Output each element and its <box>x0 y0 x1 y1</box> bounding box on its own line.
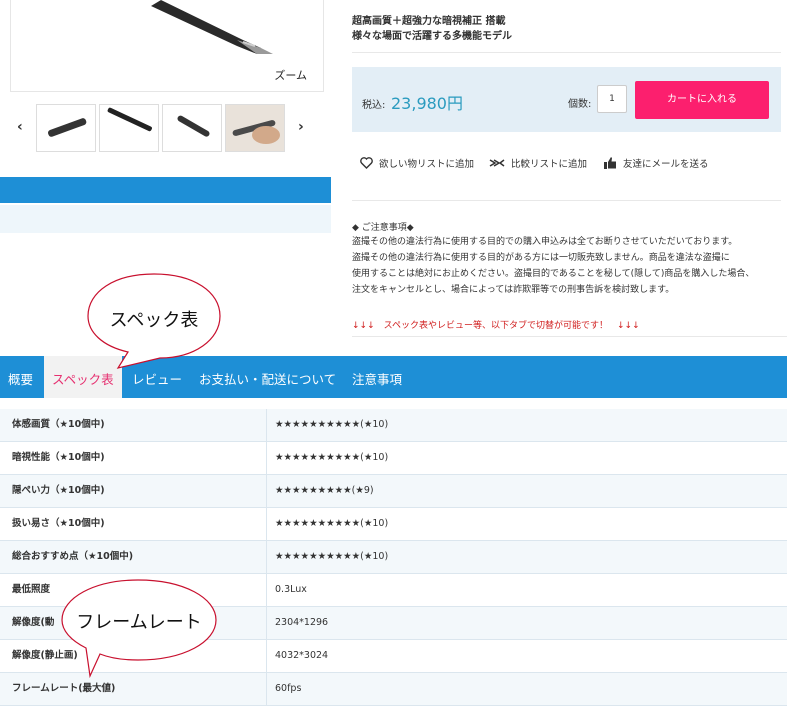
zoom-label[interactable]: ズーム <box>274 67 307 83</box>
table-row: 暗視性能（★10個中) ★★★★★★★★★★(★10) <box>0 442 787 475</box>
heart-icon <box>360 157 373 169</box>
price-label: 税込: <box>362 100 386 111</box>
thumb-prev-arrow-icon[interactable]: ‹ <box>17 119 23 135</box>
notice-line: 注文をキャンセルとし、場合によっては詐欺罪等での刑事告訴を検討致します。 <box>352 285 675 295</box>
compare-label: 比較リストに追加 <box>511 159 588 170</box>
thumbs-up-icon <box>604 157 616 169</box>
left-section-row <box>0 205 331 233</box>
divider <box>352 52 781 53</box>
notice-title: ◆ ご注意事項◆ <box>352 223 414 233</box>
spec-value: 0.3Lux <box>275 584 307 595</box>
subtitle-line-2: 様々な場面で活躍する多機能モデル <box>352 31 512 42</box>
spec-value: 4032*3024 <box>275 650 329 661</box>
spec-label: 解像度(動 <box>12 617 55 628</box>
spec-label: 暗視性能（★10個中) <box>12 452 105 463</box>
divider <box>352 336 787 337</box>
tab-overview[interactable]: 概要 <box>8 356 33 398</box>
quantity-input[interactable]: 1 <box>597 85 627 113</box>
framerate-callout-bubble: フレームレート <box>61 579 217 678</box>
spec-callout-bubble: スペック表 <box>87 273 221 369</box>
notice-line: 使用することは絶対にお止めください。盗撮目的であることを秘して(隠して)商品を購… <box>352 269 755 279</box>
add-to-cart-button[interactable]: カートに入れる <box>635 81 769 119</box>
table-row: 体感画質（★10個中) ★★★★★★★★★★(★10) <box>0 409 787 442</box>
email-friend-link[interactable]: 友達にメールを送る <box>604 156 709 170</box>
notice-line: 盗撮その他の違法行為に使用する目的がある方には一切販売致しません。商品を違法な盗… <box>352 253 730 263</box>
table-row: 扱い易さ（★10個中) ★★★★★★★★★★(★10) <box>0 508 787 541</box>
thumbnail-1[interactable] <box>36 104 96 152</box>
spec-label: 扱い易さ（★10個中) <box>12 518 105 529</box>
subtitle-line-1: 超高画質＋超強力な暗視補正 搭載 <box>352 16 506 27</box>
quantity-label: 個数: <box>568 99 592 110</box>
framerate-callout-text: フレームレート <box>76 612 201 633</box>
price-value: 23,980円 <box>391 94 463 113</box>
left-section-header-bar <box>0 177 331 203</box>
product-subtitle: 超高画質＋超強力な暗視補正 搭載 様々な場面で活躍する多機能モデル <box>352 14 512 44</box>
spec-value: ★★★★★★★★★★(★10) <box>275 551 389 562</box>
spec-label: 隠ぺい力（★10個中) <box>12 485 105 496</box>
notice-line: 盗撮その他の違法行為に使用する目的での購入申込みは全てお断りさせていただいており… <box>352 237 738 247</box>
thumb-next-arrow-icon[interactable]: › <box>298 119 304 135</box>
spec-label: 最低照度 <box>12 584 51 595</box>
spec-value: ★★★★★★★★★(★9) <box>275 485 374 496</box>
wishlist-link[interactable]: 欲しい物リストに追加 <box>360 156 474 170</box>
spec-label: 体感画質（★10個中) <box>12 419 105 430</box>
tab-hint-note: ↓↓↓ スペック表やレビュー等、以下タブで切替が可能です！ ↓↓↓ <box>352 321 640 331</box>
thumbnail-4[interactable] <box>225 104 285 152</box>
notice-body: 盗撮その他の違法行為に使用する目的での購入申込みは全てお断りさせていただいており… <box>352 234 780 298</box>
compare-link[interactable]: 比較リストに追加 <box>489 156 587 170</box>
spec-value: ★★★★★★★★★★(★10) <box>275 419 389 430</box>
spec-value: 2304*1296 <box>275 617 329 628</box>
wishlist-label: 欲しい物リストに追加 <box>379 159 475 170</box>
thumbnail-2[interactable] <box>99 104 159 152</box>
spec-value: 60fps <box>275 683 302 694</box>
spec-callout-text: スペック表 <box>110 310 199 331</box>
spec-value: ★★★★★★★★★★(★10) <box>275 452 389 463</box>
table-row: 総合おすすめ点（★10個中) ★★★★★★★★★★(★10) <box>0 541 787 574</box>
compare-arrows-icon <box>489 159 505 167</box>
email-friend-label: 友達にメールを送る <box>623 159 709 170</box>
spec-label: 総合おすすめ点（★10個中) <box>12 551 134 562</box>
spec-value: ★★★★★★★★★★(★10) <box>275 518 389 529</box>
product-main-image[interactable]: ズーム <box>10 0 324 92</box>
thumbnail-3[interactable] <box>162 104 222 152</box>
tab-notes[interactable]: 注意事項 <box>352 356 402 398</box>
table-row: 隠ぺい力（★10個中) ★★★★★★★★★(★9) <box>0 475 787 508</box>
divider <box>352 200 781 201</box>
